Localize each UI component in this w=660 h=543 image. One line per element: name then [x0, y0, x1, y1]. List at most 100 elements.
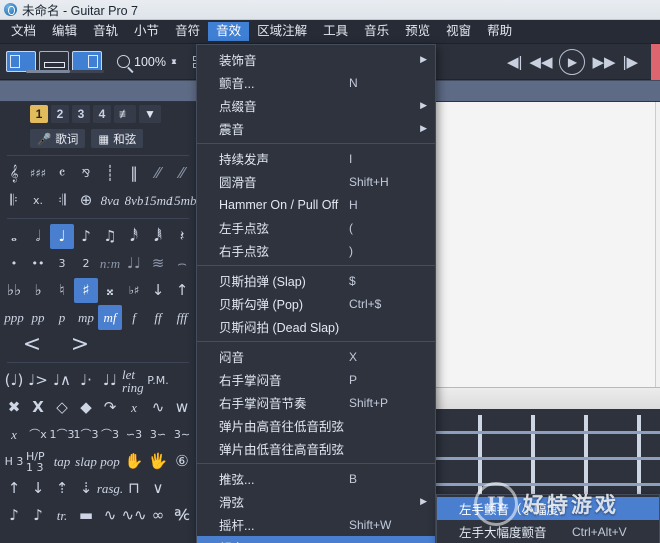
zoom-control[interactable]: 100% ▲▼	[113, 50, 182, 74]
left-hand-icon[interactable]: ✋	[122, 449, 146, 474]
tremolo-picking-icon[interactable]: ∿	[98, 503, 122, 528]
bend-3-icon[interactable]: ⌒3	[98, 422, 122, 447]
tap-icon[interactable]: tap	[50, 449, 74, 474]
dynamic-fff-icon[interactable]: fff	[170, 305, 194, 330]
bend-icon[interactable]: x	[2, 422, 26, 447]
quindicesima-alta-icon[interactable]: 15ma	[146, 188, 170, 213]
menu-tools[interactable]: 工具	[315, 22, 356, 42]
staccato-icon[interactable]: ♩·	[74, 368, 98, 393]
tie-notes-icon[interactable]: ♩♩	[122, 251, 146, 276]
bend-release-icon[interactable]: ⌒x	[26, 422, 50, 447]
key-signature-icon[interactable]: ♯♯♯	[26, 161, 50, 186]
dynamic-ff-icon[interactable]: ff	[146, 305, 170, 330]
quindicesima-bassa-icon[interactable]: 15mb	[170, 188, 194, 213]
decrescendo-icon[interactable]: >	[56, 332, 104, 357]
voice-button-2[interactable]: 2	[51, 105, 69, 123]
page-view-horizontal-button[interactable]	[39, 51, 69, 72]
menu-item-pick-scrape-down[interactable]: 弹片由高音往低音刮弦	[197, 414, 435, 437]
custom-tuplet-icon[interactable]: n:m	[98, 251, 122, 276]
menu-item-dead-note[interactable]: 闷音 X	[197, 345, 435, 368]
menu-item-vibrato[interactable]: 颤音 ▶	[197, 536, 435, 543]
turn-icon[interactable]: ∞	[146, 503, 170, 528]
double-sharp-icon[interactable]: 𝄪	[98, 278, 122, 303]
slide-icon[interactable]: ↷	[98, 395, 122, 420]
dynamic-mf-icon[interactable]: mf	[98, 305, 122, 330]
menu-item-bend[interactable]: 推弦... B	[197, 467, 435, 490]
double-dot-icon[interactable]: ••	[26, 251, 50, 276]
repeat-open-icon[interactable]: 𝄆	[2, 188, 26, 213]
bend-3b-icon[interactable]: ∽3	[122, 422, 146, 447]
beam-icon[interactable]: ≢	[114, 105, 136, 123]
dynamics-collapse-icon[interactable]: ▼	[139, 105, 161, 123]
palm-mute-icon[interactable]: P.M.	[146, 368, 170, 393]
accent-icon[interactable]: ♩>	[26, 368, 50, 393]
wide-vibrato-icon[interactable]: w	[170, 395, 194, 420]
mordent-icon[interactable]: ∿∿	[122, 503, 146, 528]
tremolo-bar-icon[interactable]: ≋	[146, 251, 170, 276]
double-flat-icon[interactable]: ♭♭	[2, 278, 26, 303]
dynamic-p-icon[interactable]: p	[50, 305, 74, 330]
pitch-up-icon[interactable]: ↑	[170, 278, 194, 303]
rasgueado-icon[interactable]: rasg.	[98, 476, 122, 501]
menu-music[interactable]: 音乐	[356, 22, 397, 42]
string-number-icon[interactable]: ⑥	[170, 449, 194, 474]
menu-item-grace-note[interactable]: 装饰音 ▶	[197, 48, 435, 71]
muted-note-icon[interactable]: 𝗫	[26, 395, 50, 420]
upstroke-icon[interactable]: ∨	[146, 476, 170, 501]
sixtyfourth-note-icon[interactable]: 𝅘𝅥𝅱	[146, 224, 170, 249]
downstroke-icon[interactable]: ⊓	[122, 476, 146, 501]
ottava-bassa-icon[interactable]: 8vb	[122, 188, 146, 213]
menu-item-hammer-on-pull-off[interactable]: Hammer On / Pull Off H	[197, 193, 435, 216]
hammer-pull-icon[interactable]: H/P 1 3	[26, 449, 50, 474]
marcato-icon[interactable]: ♩∧	[50, 368, 74, 393]
menu-track[interactable]: 音轨	[85, 22, 126, 42]
menu-item-let-ring[interactable]: 持续发声 I	[197, 147, 435, 170]
play-button[interactable]: ▶	[559, 49, 585, 75]
grace-note-icon[interactable]: ♪	[2, 503, 26, 528]
dynamic-mp-icon[interactable]: mp	[74, 305, 98, 330]
dynamic-f-icon[interactable]: f	[122, 305, 146, 330]
simile-two-icon[interactable]: ⁄⁄	[170, 161, 194, 186]
fade-in-icon[interactable]: ▬	[74, 503, 98, 528]
menu-item-palm-mute[interactable]: 右手掌闷音 P	[197, 368, 435, 391]
tied-notes-icon[interactable]: ♩♩	[98, 368, 122, 393]
menu-item-dead-slap[interactable]: 贝斯闷拍 (Dead Slap)	[197, 315, 435, 338]
menu-note[interactable]: 音符	[167, 22, 208, 42]
page-view-vertical-button[interactable]	[6, 51, 36, 72]
rest-icon[interactable]: 𝄽	[170, 224, 194, 249]
repeat-count-icon[interactable]: x.	[26, 188, 50, 213]
ghost-note-icon[interactable]: (♩)	[2, 368, 26, 393]
stroke-up-icon[interactable]: ↑	[2, 476, 26, 501]
repeat-close-icon[interactable]: 𝄇	[50, 188, 74, 213]
treble-clef-icon[interactable]: 𝄞	[2, 161, 26, 186]
dynamic-ppp-icon[interactable]: ppp	[2, 305, 26, 330]
inverted-turn-icon[interactable]: ℀	[170, 503, 194, 528]
submenu-item-left-hand-vibrato[interactable]: 左手颤音（小幅度）	[437, 497, 659, 520]
menu-item-slur[interactable]: 圆滑音 Shift+H	[197, 170, 435, 193]
bend-3d-icon[interactable]: 3∼	[170, 422, 194, 447]
menu-window[interactable]: 视窗	[438, 22, 479, 42]
menu-item-right-hand-tapping[interactable]: 右手点弦 )	[197, 239, 435, 262]
thirtysecond-note-icon[interactable]: 𝅘𝅥𝅰	[122, 224, 146, 249]
go-to-end-button[interactable]: |▶	[623, 55, 638, 70]
fermata-icon[interactable]: ⌢	[170, 251, 194, 276]
tuplet-icon[interactable]: ⅋	[74, 161, 98, 186]
menu-item-ornament[interactable]: 点缀音 ▶	[197, 94, 435, 117]
trill-icon[interactable]: tr.	[50, 503, 74, 528]
stroke-down-icon[interactable]: ↓	[26, 476, 50, 501]
zoom-slider[interactable]	[26, 70, 104, 73]
voice-button-4[interactable]: 4	[93, 105, 111, 123]
dot-icon[interactable]: •	[2, 251, 26, 276]
submenu-item-left-hand-wide-vibrato[interactable]: 左手大幅度颤音 Ctrl+Alt+V	[437, 520, 659, 543]
simile-one-icon[interactable]: ⁄⁄	[146, 161, 170, 186]
menu-item-pick-scrape-up[interactable]: 弹片由低音往高音刮弦	[197, 437, 435, 460]
pitch-down-icon[interactable]: ↓	[146, 278, 170, 303]
triplet-icon[interactable]: 3	[50, 251, 74, 276]
right-hand-icon[interactable]: 🖐	[146, 449, 170, 474]
flat-icon[interactable]: ♭	[26, 278, 50, 303]
chord-button[interactable]: ▦ 和弦	[91, 129, 143, 148]
arpeggio-down-icon[interactable]: ⇣	[74, 476, 98, 501]
arpeggio-up-icon[interactable]: ⇡	[50, 476, 74, 501]
harmonic-natural-icon[interactable]: ◇	[50, 395, 74, 420]
menu-item-slap[interactable]: 贝斯拍弹 (Slap) $	[197, 269, 435, 292]
